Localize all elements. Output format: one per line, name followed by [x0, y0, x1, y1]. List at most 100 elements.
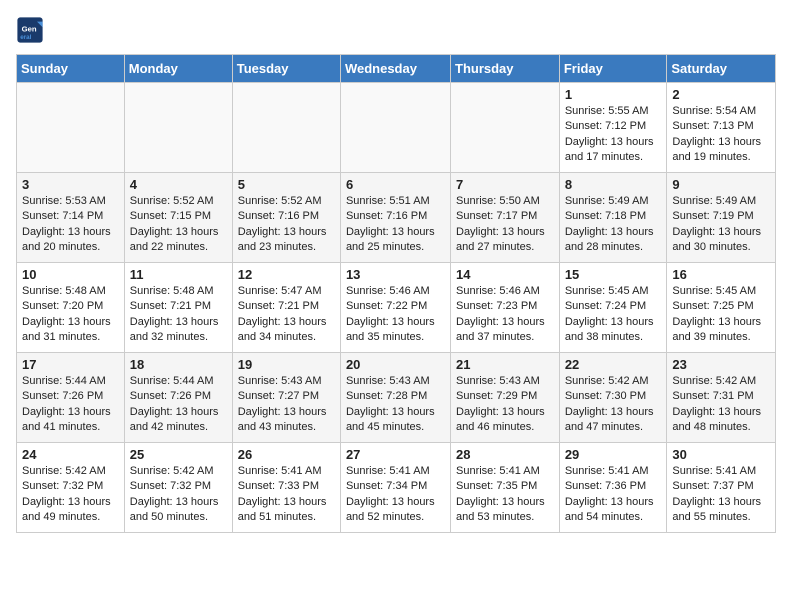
day-info: Sunrise: 5:43 AM Sunset: 7:27 PM Dayligh…: [238, 374, 335, 436]
calendar-cell: 1 Sunrise: 5:55 AM Sunset: 7:12 PM Daylig…: [559, 83, 667, 173]
day-info: Sunrise: 5:41 AM Sunset: 7:33 PM Dayligh…: [238, 464, 335, 526]
calendar-week-3: 17 Sunrise: 5:44 AM Sunset: 7:26 PM Dayli…: [17, 353, 776, 443]
day-info: Sunrise: 5:50 AM Sunset: 7:17 PM Dayligh…: [456, 194, 554, 256]
calendar-cell: 17 Sunrise: 5:44 AM Sunset: 7:26 PM Dayli…: [17, 353, 125, 443]
day-info: Sunrise: 5:55 AM Sunset: 7:12 PM Dayligh…: [565, 104, 662, 166]
calendar-cell: 22 Sunrise: 5:42 AM Sunset: 7:30 PM Dayli…: [559, 353, 667, 443]
calendar-cell: 25 Sunrise: 5:42 AM Sunset: 7:32 PM Dayli…: [124, 443, 232, 533]
day-info: Sunrise: 5:45 AM Sunset: 7:25 PM Dayligh…: [672, 284, 770, 346]
day-number: 5: [238, 177, 335, 192]
calendar-cell: 23 Sunrise: 5:42 AM Sunset: 7:31 PM Dayli…: [667, 353, 776, 443]
day-info: Sunrise: 5:41 AM Sunset: 7:34 PM Dayligh…: [346, 464, 445, 526]
day-number: 21: [456, 357, 554, 372]
calendar-cell: 20 Sunrise: 5:43 AM Sunset: 7:28 PM Dayli…: [340, 353, 450, 443]
calendar-cell: [451, 83, 560, 173]
day-info: Sunrise: 5:45 AM Sunset: 7:24 PM Dayligh…: [565, 284, 662, 346]
calendar-cell: 13 Sunrise: 5:46 AM Sunset: 7:22 PM Dayli…: [340, 263, 450, 353]
calendar-week-0: 1 Sunrise: 5:55 AM Sunset: 7:12 PM Daylig…: [17, 83, 776, 173]
calendar-cell: 21 Sunrise: 5:43 AM Sunset: 7:29 PM Dayli…: [451, 353, 560, 443]
logo: Gen eral: [16, 16, 46, 44]
day-number: 13: [346, 267, 445, 282]
calendar-cell: 7 Sunrise: 5:50 AM Sunset: 7:17 PM Daylig…: [451, 173, 560, 263]
day-number: 26: [238, 447, 335, 462]
day-number: 14: [456, 267, 554, 282]
calendar-cell: 16 Sunrise: 5:45 AM Sunset: 7:25 PM Dayli…: [667, 263, 776, 353]
day-info: Sunrise: 5:47 AM Sunset: 7:21 PM Dayligh…: [238, 284, 335, 346]
day-info: Sunrise: 5:52 AM Sunset: 7:15 PM Dayligh…: [130, 194, 227, 256]
calendar-cell: 24Sunrise: 5:42 AM Sunset: 7:32 PM Dayli…: [17, 443, 125, 533]
day-number: 22: [565, 357, 662, 372]
calendar-cell: 10 Sunrise: 5:48 AM Sunset: 7:20 PM Dayli…: [17, 263, 125, 353]
day-number: 8: [565, 177, 662, 192]
day-header-monday: Monday: [124, 55, 232, 83]
day-number: 27: [346, 447, 445, 462]
day-number: 2: [672, 87, 770, 102]
day-info: Sunrise: 5:53 AM Sunset: 7:14 PM Dayligh…: [22, 194, 119, 256]
day-number: 25: [130, 447, 227, 462]
day-header-wednesday: Wednesday: [340, 55, 450, 83]
day-info: Sunrise: 5:43 AM Sunset: 7:29 PM Dayligh…: [456, 374, 554, 436]
calendar-cell: 26 Sunrise: 5:41 AM Sunset: 7:33 PM Dayli…: [232, 443, 340, 533]
calendar-week-4: 24Sunrise: 5:42 AM Sunset: 7:32 PM Dayli…: [17, 443, 776, 533]
day-info: Sunrise: 5:48 AM Sunset: 7:20 PM Dayligh…: [22, 284, 119, 346]
day-info: Sunrise: 5:49 AM Sunset: 7:18 PM Dayligh…: [565, 194, 662, 256]
day-number: 9: [672, 177, 770, 192]
day-number: 19: [238, 357, 335, 372]
day-info: Sunrise: 5:52 AM Sunset: 7:16 PM Dayligh…: [238, 194, 335, 256]
calendar-week-2: 10 Sunrise: 5:48 AM Sunset: 7:20 PM Dayli…: [17, 263, 776, 353]
day-header-friday: Friday: [559, 55, 667, 83]
day-number: 6: [346, 177, 445, 192]
calendar-cell: 27 Sunrise: 5:41 AM Sunset: 7:34 PM Dayli…: [340, 443, 450, 533]
day-header-thursday: Thursday: [451, 55, 560, 83]
day-number: 18: [130, 357, 227, 372]
day-header-saturday: Saturday: [667, 55, 776, 83]
calendar-cell: [124, 83, 232, 173]
day-number: 16: [672, 267, 770, 282]
calendar-cell: 14Sunrise: 5:46 AM Sunset: 7:23 PM Dayli…: [451, 263, 560, 353]
day-info: Sunrise: 5:51 AM Sunset: 7:16 PM Dayligh…: [346, 194, 445, 256]
calendar-cell: 2 Sunrise: 5:54 AM Sunset: 7:13 PM Daylig…: [667, 83, 776, 173]
calendar-cell: 15Sunrise: 5:45 AM Sunset: 7:24 PM Dayli…: [559, 263, 667, 353]
day-header-tuesday: Tuesday: [232, 55, 340, 83]
day-number: 4: [130, 177, 227, 192]
calendar-header-row: SundayMondayTuesdayWednesdayThursdayFrid…: [17, 55, 776, 83]
calendar-cell: 19 Sunrise: 5:43 AM Sunset: 7:27 PM Dayli…: [232, 353, 340, 443]
day-number: 12: [238, 267, 335, 282]
calendar-cell: 28 Sunrise: 5:41 AM Sunset: 7:35 PM Dayli…: [451, 443, 560, 533]
calendar-cell: [17, 83, 125, 173]
calendar-cell: 5 Sunrise: 5:52 AM Sunset: 7:16 PM Daylig…: [232, 173, 340, 263]
day-info: Sunrise: 5:44 AM Sunset: 7:26 PM Dayligh…: [22, 374, 119, 436]
calendar-cell: 11Sunrise: 5:48 AM Sunset: 7:21 PM Dayli…: [124, 263, 232, 353]
day-info: Sunrise: 5:41 AM Sunset: 7:37 PM Dayligh…: [672, 464, 770, 526]
calendar-cell: 6 Sunrise: 5:51 AM Sunset: 7:16 PM Daylig…: [340, 173, 450, 263]
day-info: Sunrise: 5:41 AM Sunset: 7:35 PM Dayligh…: [456, 464, 554, 526]
day-info: Sunrise: 5:46 AM Sunset: 7:22 PM Dayligh…: [346, 284, 445, 346]
day-info: Sunrise: 5:43 AM Sunset: 7:28 PM Dayligh…: [346, 374, 445, 436]
day-info: Sunrise: 5:42 AM Sunset: 7:31 PM Dayligh…: [672, 374, 770, 436]
svg-text:Gen: Gen: [22, 24, 37, 33]
day-info: Sunrise: 5:42 AM Sunset: 7:32 PM Dayligh…: [22, 464, 119, 526]
day-info: Sunrise: 5:42 AM Sunset: 7:30 PM Dayligh…: [565, 374, 662, 436]
calendar-cell: 3 Sunrise: 5:53 AM Sunset: 7:14 PM Daylig…: [17, 173, 125, 263]
day-number: 3: [22, 177, 119, 192]
calendar-body: 1 Sunrise: 5:55 AM Sunset: 7:12 PM Daylig…: [17, 83, 776, 533]
day-number: 20: [346, 357, 445, 372]
calendar-cell: 9 Sunrise: 5:49 AM Sunset: 7:19 PM Daylig…: [667, 173, 776, 263]
day-number: 7: [456, 177, 554, 192]
calendar-week-1: 3 Sunrise: 5:53 AM Sunset: 7:14 PM Daylig…: [17, 173, 776, 263]
day-info: Sunrise: 5:54 AM Sunset: 7:13 PM Dayligh…: [672, 104, 770, 166]
day-info: Sunrise: 5:49 AM Sunset: 7:19 PM Dayligh…: [672, 194, 770, 256]
day-info: Sunrise: 5:41 AM Sunset: 7:36 PM Dayligh…: [565, 464, 662, 526]
day-number: 29: [565, 447, 662, 462]
day-info: Sunrise: 5:42 AM Sunset: 7:32 PM Dayligh…: [130, 464, 227, 526]
calendar-cell: 29 Sunrise: 5:41 AM Sunset: 7:36 PM Dayli…: [559, 443, 667, 533]
day-info: Sunrise: 5:44 AM Sunset: 7:26 PM Dayligh…: [130, 374, 227, 436]
day-number: 10: [22, 267, 119, 282]
day-number: 17: [22, 357, 119, 372]
calendar-cell: 4 Sunrise: 5:52 AM Sunset: 7:15 PM Daylig…: [124, 173, 232, 263]
day-number: 1: [565, 87, 662, 102]
day-number: 11: [130, 267, 227, 282]
day-number: 28: [456, 447, 554, 462]
calendar-table: SundayMondayTuesdayWednesdayThursdayFrid…: [16, 54, 776, 533]
day-number: 23: [672, 357, 770, 372]
